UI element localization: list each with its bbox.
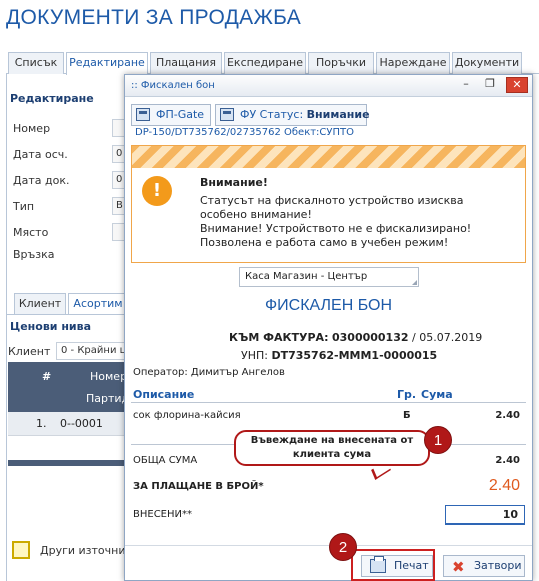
cash-value: 2.40 [488,477,520,494]
close-icon[interactable]: ✕ [506,77,528,93]
col-description: Описание [133,388,195,401]
fp-gate-button[interactable]: ФП-Gate [131,104,211,126]
invoice-date: / 05.07.2019 [412,331,483,344]
invoice-number: 0300000132 [331,331,409,344]
tab-orders[interactable]: Поръчки [308,52,374,74]
minimize-icon[interactable]: – [455,77,477,93]
cash-label: ЗА ПЛАЩАНЕ В БРОЙ* [133,481,264,492]
tab-payments[interactable]: Плащания [150,52,222,74]
warning-line: особено внимание! [200,208,312,221]
grid-row-value: 0--0001 [60,417,103,430]
subtab-divider [6,314,126,315]
item-amount: 2.40 [495,410,520,421]
warning-line: Позволена е работа само в учебен режим! [200,236,449,249]
tab-ordering[interactable]: Нареждане [376,52,450,74]
callout-line: Въвеждане на внесената от [250,435,414,446]
highlight-rect [351,549,435,581]
warning-title: Внимание! [200,176,268,189]
fu-status-label: ФУ Статус: [240,108,304,121]
grid-footer [8,460,126,466]
subtab-client[interactable]: Клиент [14,293,66,314]
grid-col-batch: Партид [86,392,130,405]
grid-col-num: # [42,370,52,383]
tab-list[interactable]: Списък [8,52,64,74]
table-row: сок флорина-кайсия Б 2.40 [131,407,526,427]
tab-documents[interactable]: Документи [452,52,522,74]
unp-value: DT735762-MMM1-0000015 [271,349,438,362]
tab-edit[interactable]: Редактиране [66,52,148,75]
client-label: Клиент [8,345,51,358]
dialog-titlebar[interactable]: :: Фискален бон – ❐ ✕ [125,75,532,97]
grid-row-index: 1. [36,417,47,430]
total-label: ОБЩА СУМА [133,455,198,466]
client-select[interactable]: 0 - Крайни ц [56,342,126,360]
field-label-place: Място [13,226,49,239]
printer-icon [220,108,234,121]
warning-line: Внимание! Устройството не е фискализиран… [200,222,472,235]
total-value: 2.40 [495,455,520,466]
close-label: Затвори [474,559,522,572]
printer-icon [136,108,150,121]
subtab-assortment[interactable]: Асортим [68,293,128,314]
field-label-number: Номер [13,122,51,135]
item-group: Б [403,410,411,421]
field-label-type: Тип [13,200,35,213]
fp-gate-label: ФП-Gate [156,108,205,121]
other-sources-checkbox[interactable] [12,541,30,559]
tab-shipping[interactable]: Експедиране [224,52,306,74]
close-button[interactable]: ✖ Затвори [443,555,525,577]
callout-line: клиента сума [292,449,372,460]
price-grid-header: # Номер Партид [8,362,130,412]
invoice-label: КЪМ ФАКТУРА: [229,331,329,344]
invoice-line: КЪМ ФАКТУРА: 0300000132 / 05.07.2019 [229,331,482,344]
maximize-icon[interactable]: ❐ [479,77,501,93]
col-group: Гр. [397,388,417,401]
store-select[interactable]: Каса Магазин - Център [239,267,419,287]
warning-line: Статусът на фискалното устройство изискв… [200,194,464,207]
field-label-doc-date: Дата док. [13,174,70,187]
device-info: DP-150/DT735762/02735762 Обект:СУПТО [135,127,355,138]
warning-box: ! Внимание! Статусът на фискалното устро… [131,145,526,263]
unp-label: УНП: [241,349,268,362]
table-row[interactable]: 1. 0--0001 [8,412,126,436]
app-title: ДОКУМЕНТИ ЗА ПРОДАЖБА [6,6,302,29]
editor-section-title: Редактиране [10,92,94,105]
receipt-title: ФИСКАЛЕН БОН [264,297,393,314]
grid-col-number: Номер [90,370,128,383]
unp-line: УНП: DT735762-MMM1-0000015 [241,349,437,362]
callout-bubble: Въвеждане на внесената от клиента сума [234,430,430,466]
operator-line: Оператор: Димитър Ангелов [133,367,285,378]
col-amount: Сума [421,388,453,401]
field-label-link: Връзка [13,248,55,261]
fu-status-button[interactable]: ФУ Статус: Внимание [215,104,370,126]
items-table-header: Описание Гр. Сума [131,387,526,403]
step-badge-2: 2 [329,533,357,561]
warning-icon: ! [142,176,172,206]
main-tabs: Списък Редактиране Плащания Експедиране … [6,52,539,75]
fiscal-receipt-dialog: :: Фискален бон – ❐ ✕ ФП-Gate ФУ Статус:… [124,74,533,581]
price-levels-title: Ценови нива [10,320,92,333]
fu-status-text: ФУ Статус: Внимание [240,105,370,125]
dialog-title: :: Фискален бон [131,80,215,91]
fu-status-value: Внимание [306,108,370,121]
paid-amount-input[interactable]: 10 [445,505,525,525]
paid-label: ВНЕСЕНИ** [133,509,192,520]
field-label-post-date: Дата осч. [13,148,68,161]
warning-stripe [132,146,525,168]
item-description: сок флорина-кайсия [133,410,241,421]
step-badge-1: 1 [424,426,452,454]
close-x-icon: ✖ [452,558,465,576]
